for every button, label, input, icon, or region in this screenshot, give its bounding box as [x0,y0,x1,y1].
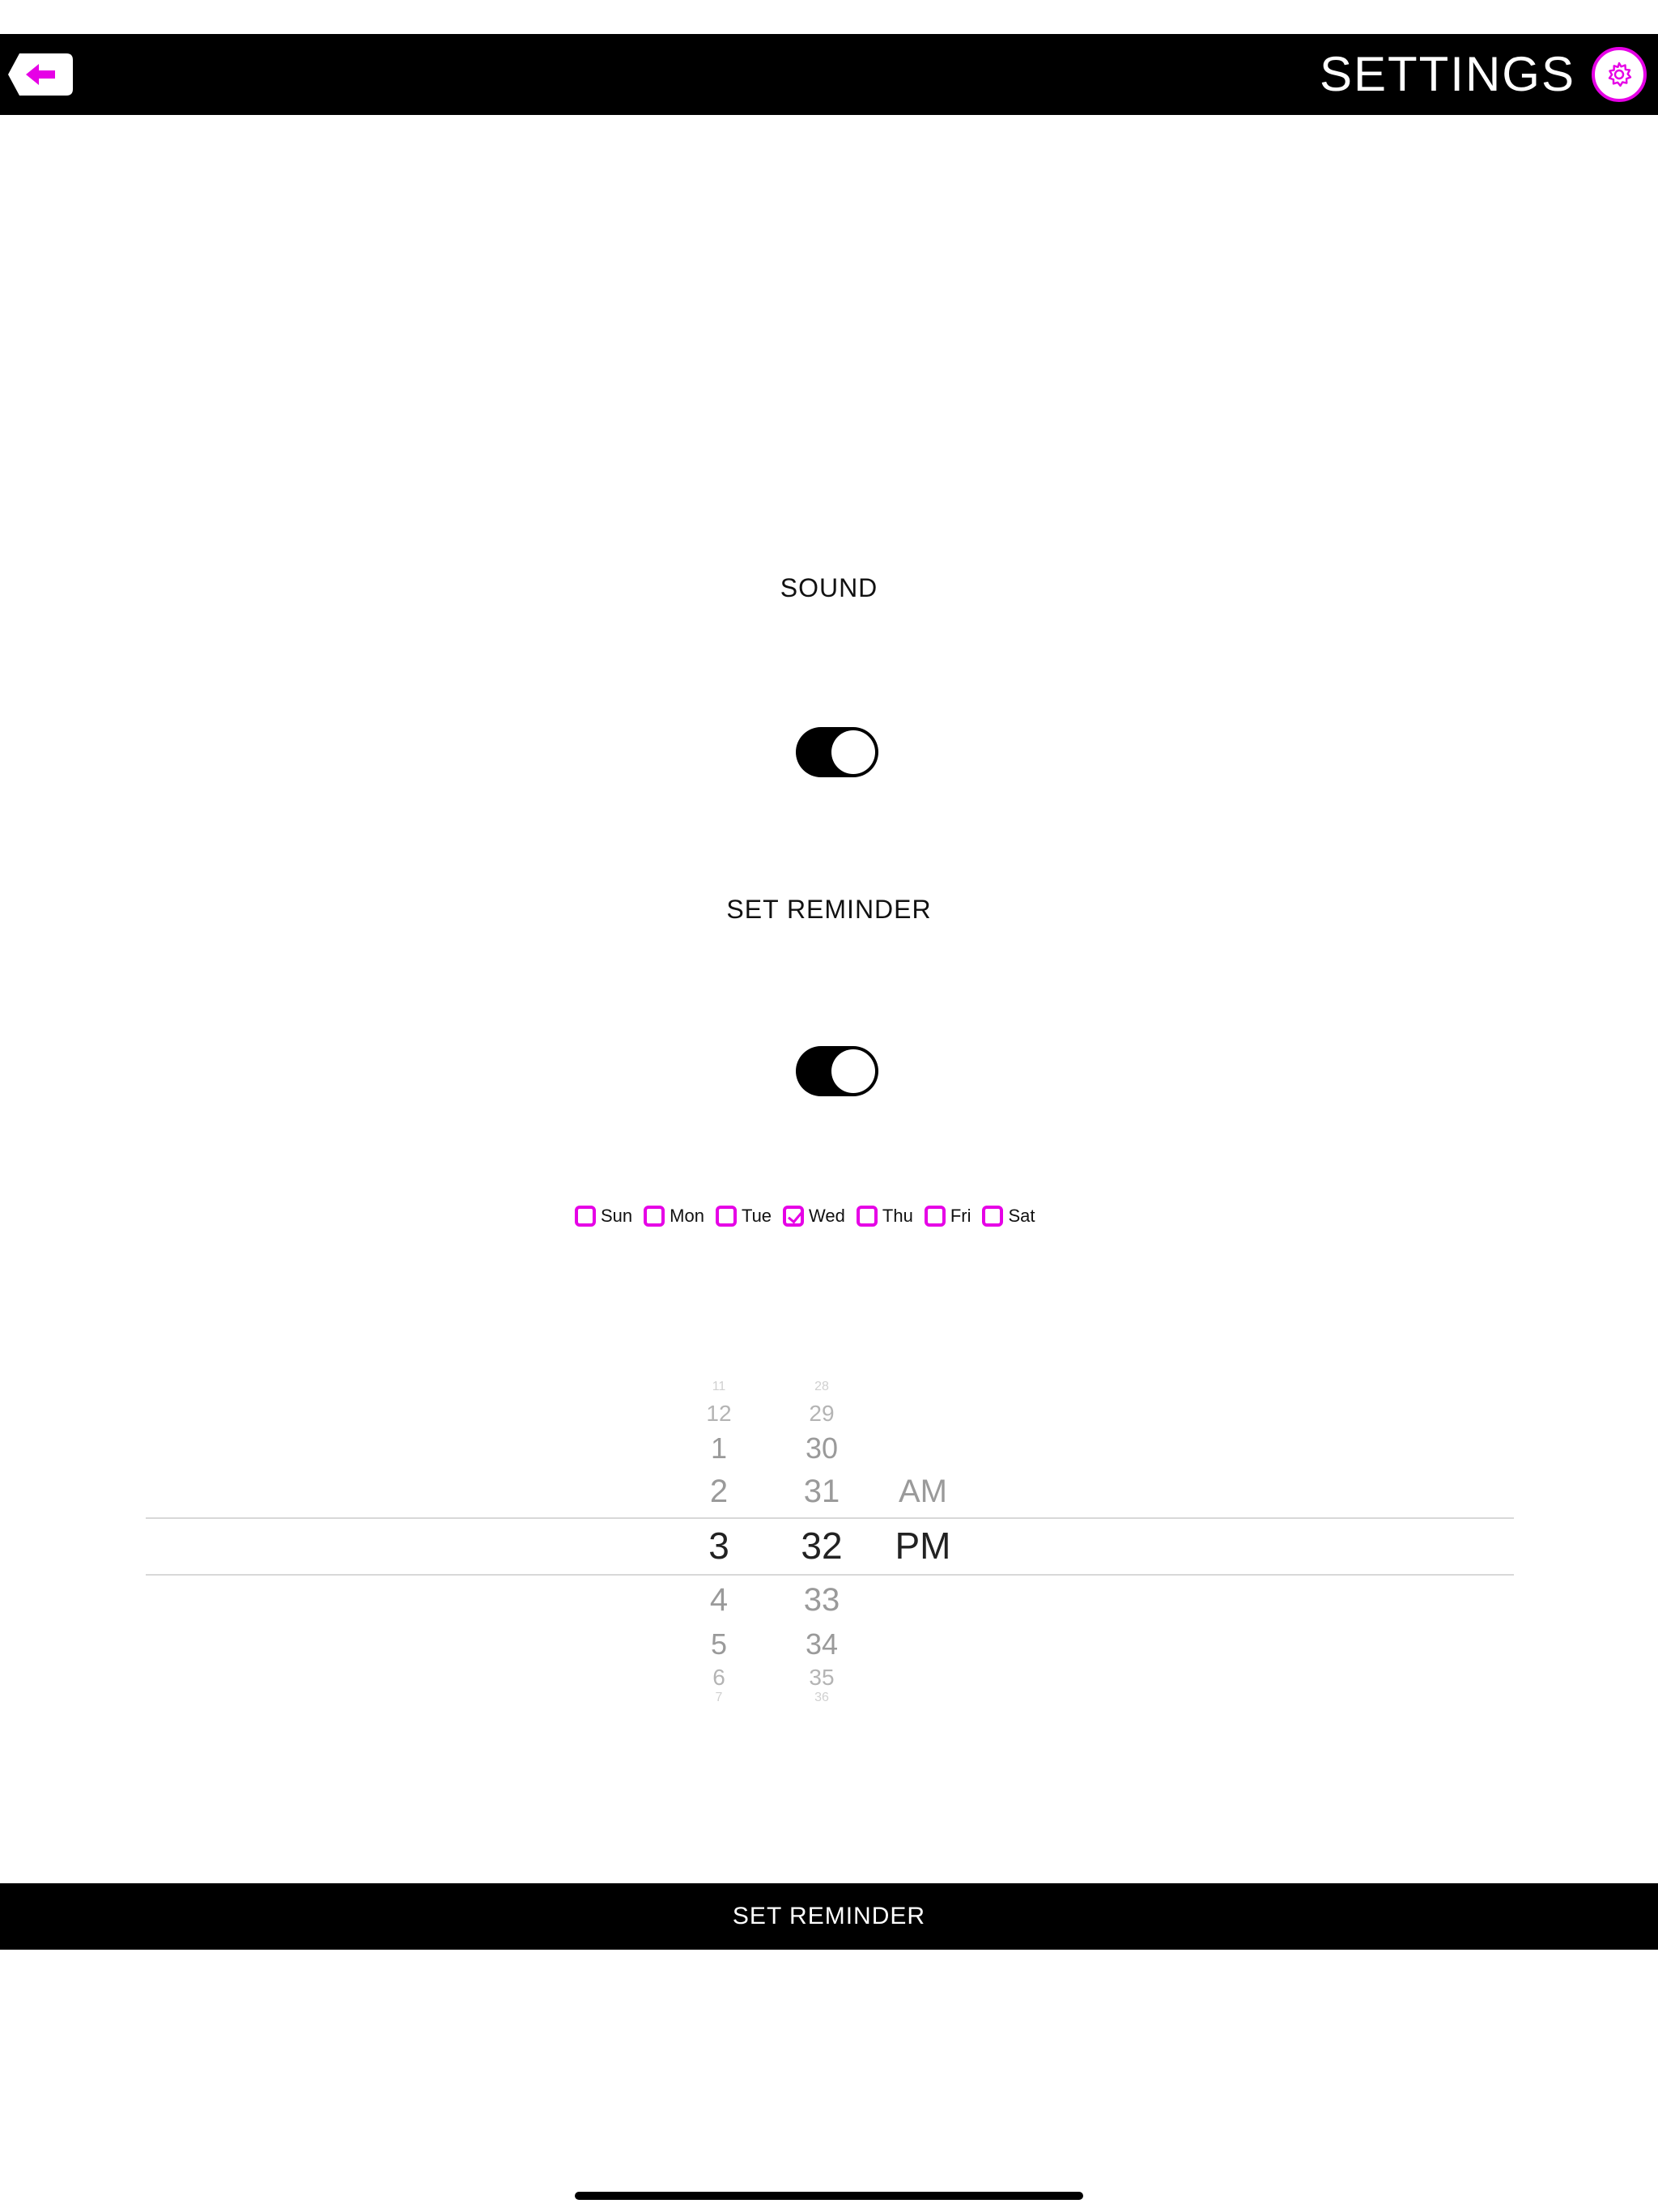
minute-option[interactable]: 28 [781,1380,862,1394]
sound-label: SOUND [780,573,878,602]
day-label: Mon [670,1206,704,1226]
day-option-thu[interactable]: Thu [856,1206,913,1227]
hour-option[interactable]: 7 [678,1691,759,1705]
day-label: Sun [601,1206,633,1226]
home-indicator [575,2192,1083,2200]
sound-toggle[interactable] [796,727,878,777]
minute-option[interactable]: 33 [781,1582,862,1619]
back-button[interactable] [8,50,73,99]
minute-option[interactable]: 35 [781,1665,862,1691]
day-checkbox-checked[interactable] [783,1206,805,1227]
hour-option[interactable]: 6 [678,1665,759,1691]
toggle-knob [831,1049,875,1093]
day-option-tue[interactable]: Tue [715,1206,772,1227]
hour-option[interactable]: 5 [678,1627,759,1661]
picker-selection-bottom-line [146,1574,1514,1576]
day-checkbox[interactable] [924,1206,946,1227]
settings-button[interactable] [1592,47,1647,102]
day-option-fri[interactable]: Fri [924,1206,971,1227]
day-checkbox[interactable] [575,1206,596,1227]
day-label: Tue [741,1206,772,1226]
day-option-mon[interactable]: Mon [644,1206,704,1227]
minute-selected[interactable]: 32 [781,1524,862,1568]
hour-option[interactable]: 12 [678,1401,759,1427]
day-option-wed[interactable]: Wed [783,1206,845,1227]
day-checkbox[interactable] [644,1206,665,1227]
period-option-am[interactable]: AM [882,1474,963,1510]
hour-selected[interactable]: 3 [678,1524,759,1568]
day-label: Sat [1008,1206,1035,1226]
day-label: Wed [809,1206,845,1226]
set-reminder-button[interactable]: SET REMINDER [0,1883,1658,1950]
day-option-sat[interactable]: Sat [982,1206,1035,1227]
weekday-selector: Sun Mon Tue Wed Thu Fri Sat [575,1202,1047,1231]
day-option-sun[interactable]: Sun [575,1206,632,1227]
minute-option[interactable]: 30 [781,1431,862,1465]
page-title: SETTINGS [1319,47,1575,101]
reminder-toggle[interactable] [796,1046,878,1096]
time-picker[interactable]: 11 12 1 2 3 4 5 6 7 28 29 30 31 32 33 34… [0,1368,1658,1716]
toggle-knob [831,730,875,774]
hour-option[interactable]: 2 [678,1474,759,1510]
day-checkbox[interactable] [715,1206,737,1227]
period-selected-pm[interactable]: PM [882,1524,963,1568]
header-bar: SETTINGS [0,34,1658,115]
day-checkbox[interactable] [982,1206,1004,1227]
hour-option[interactable]: 4 [678,1582,759,1619]
reminder-label: SET REMINDER [726,895,932,924]
hour-option[interactable]: 11 [678,1380,759,1394]
day-label: Thu [882,1206,913,1226]
arrow-left-icon [8,53,73,96]
gear-icon [1608,62,1632,87]
day-checkbox[interactable] [856,1206,878,1227]
minute-option[interactable]: 29 [781,1401,862,1427]
hour-option[interactable]: 1 [678,1431,759,1465]
minute-option[interactable]: 36 [781,1691,862,1705]
minute-option[interactable]: 34 [781,1627,862,1661]
day-label: Fri [950,1206,971,1226]
minute-option[interactable]: 31 [781,1474,862,1510]
picker-selection-top-line [146,1517,1514,1519]
